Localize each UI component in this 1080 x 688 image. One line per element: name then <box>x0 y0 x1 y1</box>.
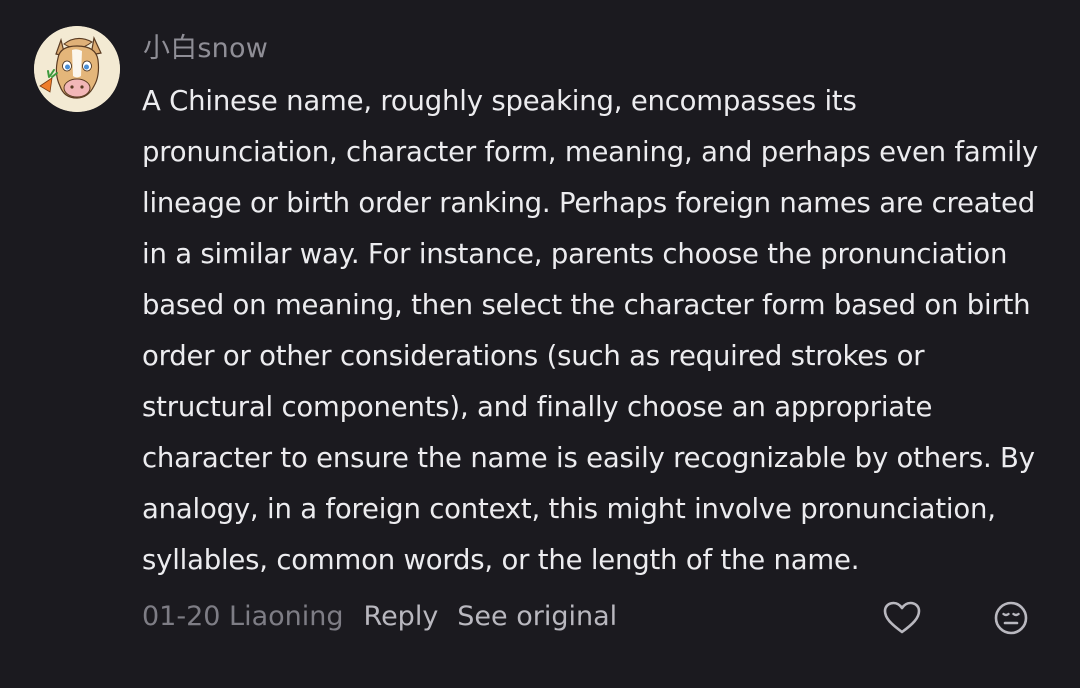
comment-item: 小白snow A Chinese name, roughly speaking,… <box>0 0 1080 688</box>
meh-face-icon <box>994 601 1028 635</box>
username[interactable]: 小白snow <box>143 30 268 68</box>
heart-outline-icon <box>883 601 921 634</box>
like-button[interactable] <box>882 598 922 638</box>
comment-meta: 01-20 Liaoning Reply See original <box>142 597 617 637</box>
cartoon-horse-avatar-icon <box>34 26 120 112</box>
comment-text: A Chinese name, roughly speaking, encomp… <box>142 85 1039 576</box>
dislike-button[interactable] <box>991 598 1031 638</box>
user-avatar[interactable] <box>34 26 120 112</box>
date-location: 01-20 Liaoning <box>142 601 344 632</box>
reply-button[interactable]: Reply <box>364 597 439 637</box>
see-original-button[interactable]: See original <box>457 597 617 637</box>
